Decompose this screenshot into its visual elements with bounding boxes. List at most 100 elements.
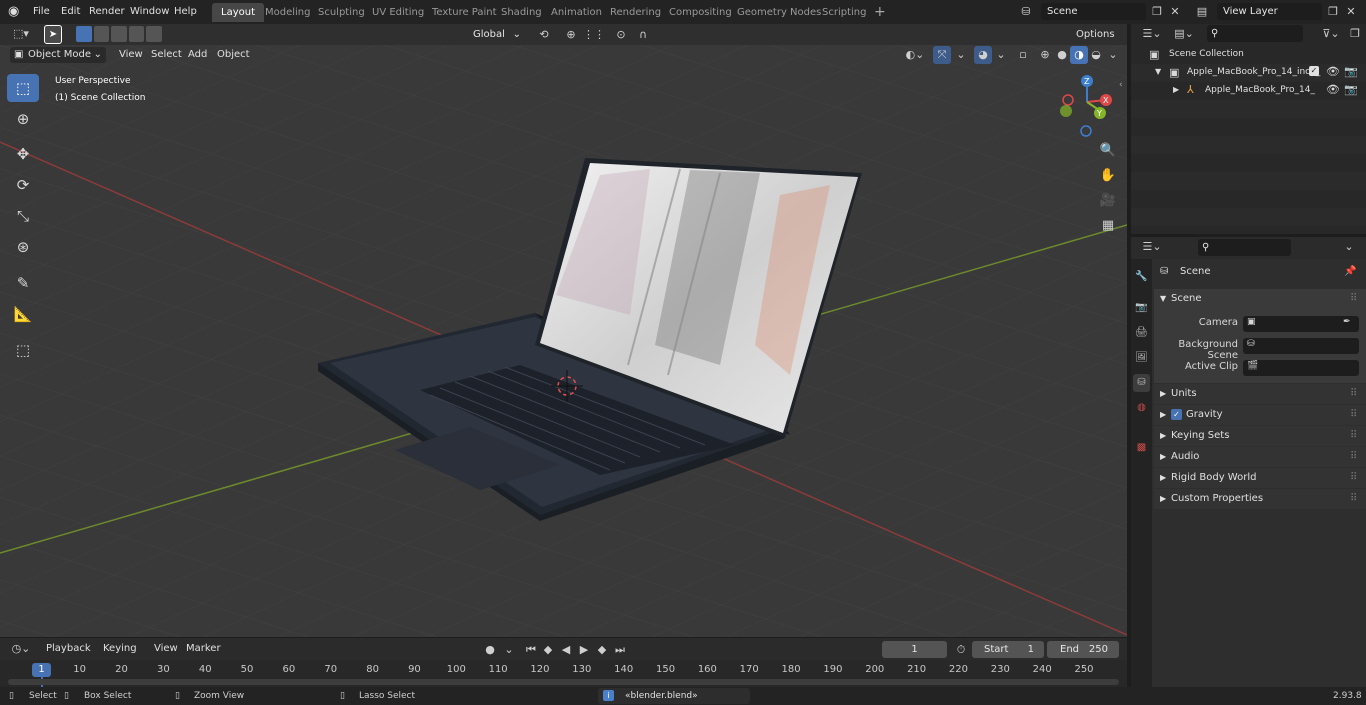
playhead-frame[interactable]: 1 — [32, 663, 51, 677]
delete-view-layer-icon[interactable]: ✕ — [1342, 3, 1360, 21]
options-dropdown[interactable]: Options ⌄ — [1071, 26, 1124, 57]
rendered-shading-icon[interactable]: ◒ — [1087, 46, 1105, 64]
active-clip-field[interactable]: 🎬 — [1243, 360, 1359, 376]
select-invert-icon[interactable] — [128, 26, 145, 42]
material-shading-icon[interactable]: ◑ — [1070, 46, 1088, 64]
cursor-tool-icon[interactable]: ⊕ — [7, 105, 39, 133]
proportional-edit-icon[interactable]: ⊙ — [612, 26, 630, 44]
pivot-point-icon[interactable]: ⟲ — [532, 26, 556, 44]
active-tool-icon[interactable]: ➤ — [44, 25, 62, 44]
transform-orientation-dropdown[interactable]: Global ⌄ — [455, 26, 525, 43]
subpanel-custom-properties[interactable]: ▶ Custom Properties ⠿ — [1154, 489, 1366, 509]
3d-viewport[interactable]: Z X Y — [0, 45, 1127, 637]
play-reverse-icon[interactable]: ◀ — [557, 641, 575, 659]
camera-view-icon[interactable]: 🎥 — [1096, 190, 1120, 212]
drag-handle-icon[interactable]: ⠿ — [1350, 426, 1357, 446]
object-menu[interactable]: Object — [211, 47, 256, 63]
output-tab-icon[interactable]: 🖨 — [1133, 324, 1150, 342]
gravity-checkbox[interactable]: ✓ — [1171, 409, 1182, 420]
select-extend-icon[interactable] — [93, 26, 110, 42]
next-keyframe-icon[interactable]: ◆ — [593, 641, 611, 659]
menu-edit[interactable]: Edit — [55, 0, 86, 24]
new-scene-icon[interactable]: ❐ — [1148, 3, 1166, 21]
prev-keyframe-icon[interactable]: ◆ — [539, 641, 557, 659]
drag-handle-icon[interactable]: ⠿ — [1350, 384, 1357, 404]
eyedropper-icon[interactable]: ✒ — [1343, 317, 1351, 327]
properties-search-field[interactable]: ⚲ — [1198, 239, 1291, 256]
current-frame-field[interactable]: 1 — [882, 641, 947, 658]
chevron-down-icon[interactable]: ⌄ — [500, 641, 518, 659]
drag-handle-icon[interactable]: ⠿ — [1350, 468, 1357, 488]
play-icon[interactable]: ▶ — [575, 641, 593, 659]
playback-menu[interactable]: Playback ⌄ — [41, 641, 97, 670]
expand-right-icon[interactable]: ▶ — [1173, 85, 1179, 94]
view-layer-selector-icon[interactable]: ▤ — [1189, 3, 1215, 21]
mode-dropdown[interactable]: ▣ Object Mode ⌄ — [10, 47, 106, 63]
checkbox-icon[interactable]: ✓ — [1309, 66, 1319, 76]
eye-icon[interactable]: 👁 — [1326, 83, 1340, 96]
tab-scripting[interactable]: Scripting — [813, 3, 875, 22]
falloff-icon[interactable]: ∩ — [631, 26, 655, 44]
subpanel-rigid-body-world[interactable]: ▶ Rigid Body World ⠿ — [1154, 468, 1366, 488]
select-new-icon[interactable] — [76, 26, 92, 42]
info-message[interactable]: i «blender.blend» сохранено — [598, 688, 750, 704]
new-view-layer-icon[interactable]: ❐ — [1324, 3, 1342, 21]
move-tool-icon[interactable]: ✥ — [7, 140, 39, 168]
snap-target-icon[interactable]: ⋮⋮ — [582, 26, 606, 44]
select-subtract-icon[interactable] — [111, 26, 127, 42]
pin-icon[interactable]: 📌 — [1344, 262, 1356, 282]
zoom-icon[interactable]: 🔍 — [1096, 140, 1120, 162]
scene-panel-header[interactable]: ▼ Scene ⠿ — [1154, 289, 1366, 309]
subpanel-keying-sets[interactable]: ▶ Keying Sets ⠿ — [1154, 426, 1366, 446]
menu-help[interactable]: Help — [168, 0, 203, 24]
delete-scene-icon[interactable]: ✕ — [1166, 3, 1184, 21]
xray-icon[interactable]: ▫ — [1014, 46, 1032, 64]
blender-logo-icon[interactable]: ◉ — [8, 4, 24, 20]
gizmo-icon[interactable]: ⤧ — [933, 46, 951, 64]
snap-icon[interactable]: ⊕ — [562, 26, 580, 44]
jump-start-icon[interactable]: ⏮ — [522, 641, 540, 659]
wireframe-shading-icon[interactable]: ⊕ — [1036, 46, 1054, 64]
tool-tab-icon[interactable]: 🔧 — [1133, 268, 1150, 286]
marker-menu[interactable]: Marker — [183, 641, 224, 657]
subpanel-audio[interactable]: ▶ Audio ⠿ — [1154, 447, 1366, 467]
keying-menu[interactable]: Keying ⌄ — [98, 641, 146, 670]
view-layer-field[interactable]: View Layer — [1217, 3, 1322, 20]
subpanel-gravity[interactable]: ▶ ✓ Gravity ⠿ — [1154, 405, 1366, 425]
editor-type-icon[interactable]: ⬚▾ — [8, 25, 34, 43]
annotate-tool-icon[interactable]: ✎ — [7, 269, 39, 297]
display-mode-icon[interactable]: ▤⌄ — [1171, 25, 1197, 43]
drag-handle-icon[interactable]: ⠿ — [1350, 289, 1357, 309]
chevron-down-icon[interactable]: ⌄ — [1340, 238, 1358, 256]
start-frame-field[interactable]: Start 1 — [972, 641, 1044, 658]
drag-handle-icon[interactable]: ⠿ — [1350, 489, 1357, 509]
outliner-row-collection[interactable]: ▼ ▣ Apple_MacBook_Pro_14_inch_ ✓ 👁 📷 — [1131, 64, 1366, 82]
subpanel-units[interactable]: ▶ Units ⠿ — [1154, 384, 1366, 404]
properties-editor-type-icon[interactable]: ☰⌄ — [1139, 238, 1165, 256]
outliner-row-scene-collection[interactable]: ▣ Scene Collection — [1131, 46, 1366, 64]
background-scene-field[interactable]: ⛁ — [1243, 338, 1359, 354]
stopwatch-icon[interactable]: ⏱ — [952, 641, 970, 659]
camera-icon[interactable]: 📷 — [1344, 83, 1358, 96]
select-intersect-icon[interactable] — [146, 26, 162, 42]
outliner-row-object[interactable]: ▶ ⅄ Apple_MacBook_Pro_14_ 👁 📷 — [1131, 82, 1366, 100]
chevron-down-icon[interactable]: ⌄ — [1104, 46, 1122, 64]
outliner-search-field[interactable]: ⚲ — [1207, 25, 1303, 42]
measure-tool-icon[interactable]: 📐 — [7, 300, 39, 328]
timeline-scrollbar[interactable] — [8, 679, 1119, 685]
scene-tab-icon[interactable]: ⛁ — [1133, 374, 1150, 392]
view-layer-tab-icon[interactable]: 🖼 — [1133, 349, 1150, 367]
camera-field[interactable]: ▣ ✒ — [1243, 316, 1359, 332]
add-menu[interactable]: Add — [182, 47, 213, 63]
timeline-view-menu[interactable]: View — [151, 641, 181, 657]
render-tab-icon[interactable]: 📷 — [1133, 299, 1150, 317]
eye-icon[interactable]: 👁 — [1326, 65, 1340, 78]
jump-end-icon[interactable]: ⏭ — [611, 641, 629, 659]
add-cube-tool-icon[interactable]: ⬚ — [7, 336, 39, 364]
new-collection-icon[interactable]: ❐ — [1346, 25, 1364, 43]
solid-shading-icon[interactable]: ● — [1053, 46, 1071, 64]
end-frame-field[interactable]: End 250 — [1047, 641, 1119, 658]
menu-file[interactable]: File — [27, 0, 56, 24]
record-icon[interactable]: ● — [481, 641, 499, 659]
transform-tool-icon[interactable]: ⊛ — [7, 233, 39, 261]
